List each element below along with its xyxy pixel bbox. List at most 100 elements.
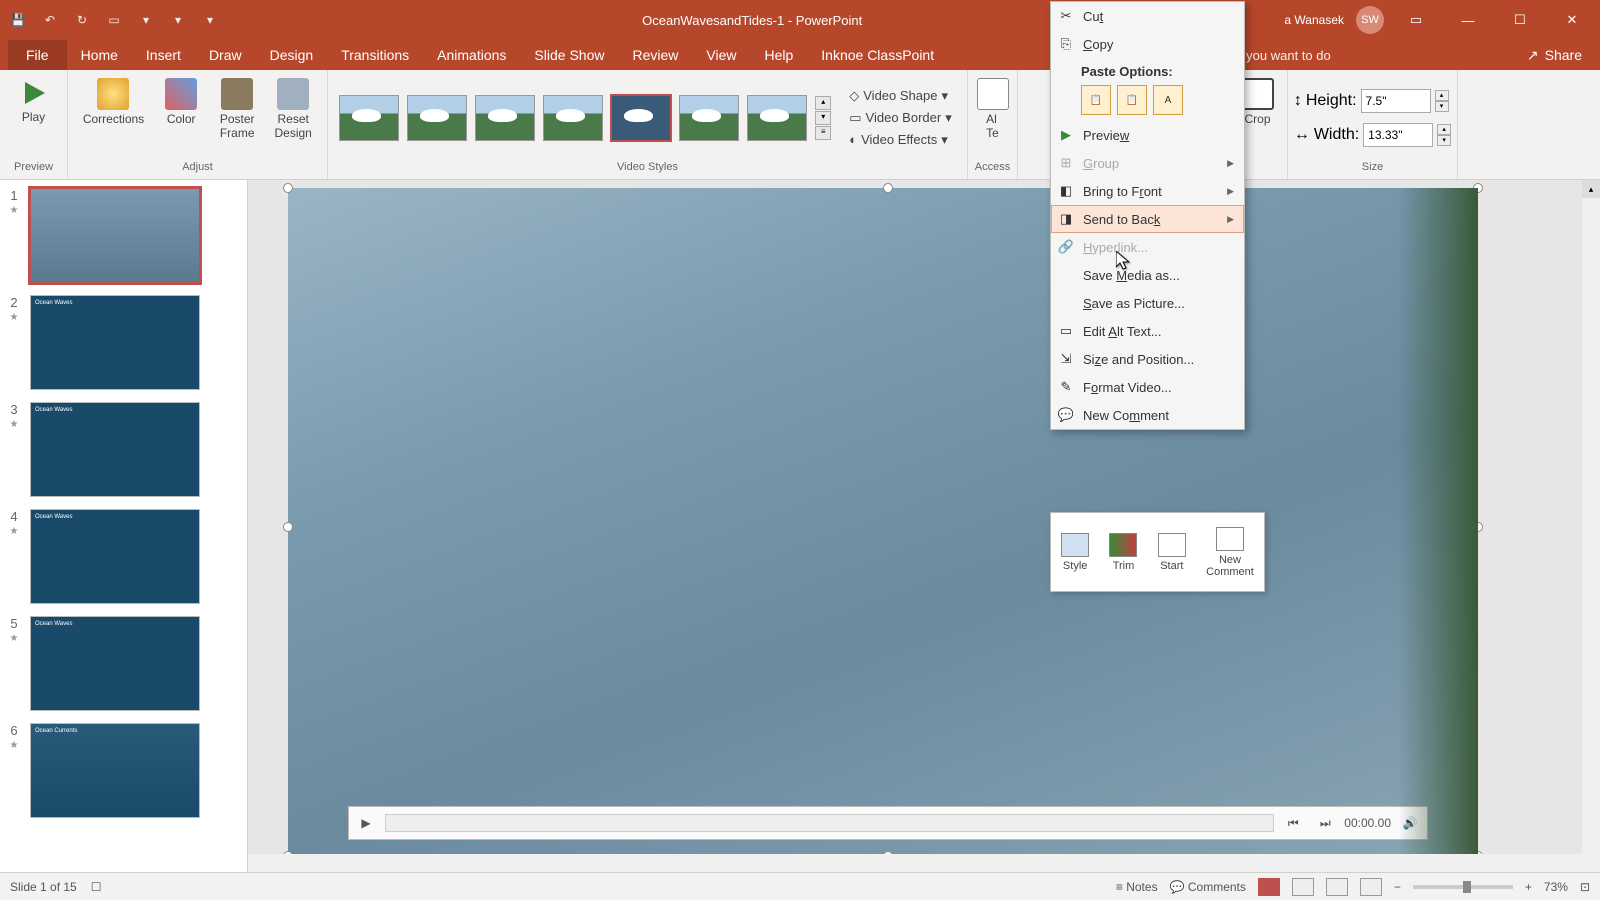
height-row: ↕ Height: ▴▾ [1294,89,1449,113]
slide-thumbnail-5[interactable]: Ocean Waves [30,616,200,711]
tab-home[interactable]: Home [67,40,132,70]
ctx-format-video[interactable]: ✎Format Video... [1051,373,1244,401]
resize-handle[interactable] [1473,183,1483,193]
slide-thumbnail-1[interactable] [30,188,200,283]
step-back-button[interactable]: ⏮ [1280,810,1306,836]
canvas-scrollbar-h[interactable] [248,854,1600,872]
tab-animations[interactable]: Animations [423,40,520,70]
video-styles-gallery[interactable]: ▴▾≡ [339,95,831,141]
paste-option-1[interactable]: 📋 [1081,85,1111,115]
step-forward-button[interactable]: ⏭ [1312,810,1338,836]
fit-to-window-button[interactable]: ⊡ [1580,880,1590,894]
style-thumbnail[interactable] [679,95,739,141]
normal-view-button[interactable] [1258,878,1280,896]
zoom-slider[interactable] [1413,885,1513,889]
slide-thumbnail-2[interactable]: Ocean Waves [30,295,200,390]
tab-slideshow[interactable]: Slide Show [520,40,618,70]
mute-button[interactable]: 🔊 [1397,810,1423,836]
comments-button[interactable]: 💬 Comments [1170,880,1246,894]
play-button[interactable]: Play [9,74,59,128]
ctx-send-to-back[interactable]: ◨Send to Back▶ [1051,205,1244,233]
video-effects-button[interactable]: ◐Video Effects ▾ [845,130,955,150]
gallery-scroll[interactable]: ▴▾≡ [815,96,831,140]
mini-trim-button[interactable]: Trim [1109,533,1137,572]
corrections-button[interactable]: Corrections [77,74,150,130]
tab-draw[interactable]: Draw [195,40,256,70]
ctx-save-picture[interactable]: Save as Picture... [1051,289,1244,317]
zoom-in-button[interactable]: + [1525,880,1532,894]
ctx-new-comment[interactable]: 💬New Comment [1051,401,1244,429]
tab-classpoint[interactable]: Inknoe ClassPoint [807,40,948,70]
tab-view[interactable]: View [692,40,750,70]
ctx-save-media[interactable]: Save Media as... [1051,261,1244,289]
ctx-cut[interactable]: ✂Cut [1051,2,1244,30]
style-thumbnail[interactable] [407,95,467,141]
reset-design-button[interactable]: Reset Design [268,74,318,144]
user-avatar[interactable]: SW [1356,6,1384,34]
height-icon: ↕ [1294,92,1302,110]
slide-thumbnail-4[interactable]: Ocean Waves [30,509,200,604]
video-time: 00:00.00 [1344,816,1391,830]
mini-new-comment-button[interactable]: New Comment [1206,527,1254,578]
alt-text-button[interactable]: Al Te [968,74,1018,144]
color-button[interactable]: Color [156,74,206,130]
resize-handle[interactable] [1473,522,1483,532]
play-pause-button[interactable]: ▶ [353,810,379,836]
style-thumbnail[interactable] [339,95,399,141]
resize-handle[interactable] [283,522,293,532]
quick-access-icon[interactable]: ▾ [168,10,188,30]
notes-button[interactable]: ≡ Notes [1116,880,1158,894]
poster-frame-button[interactable]: Poster Frame [212,74,262,144]
ctx-edit-alt-text[interactable]: ▭Edit Alt Text... [1051,317,1244,345]
resize-handle[interactable] [283,183,293,193]
start-from-beginning-icon[interactable]: ▭ [104,10,124,30]
resize-handle[interactable] [883,183,893,193]
mini-style-button[interactable]: Style [1061,533,1089,572]
style-thumbnail-selected[interactable] [611,95,671,141]
ctx-bring-to-front[interactable]: ◧Bring to Front▶ [1051,177,1244,205]
ctx-size-position[interactable]: ⇲Size and Position... [1051,345,1244,373]
video-border-button[interactable]: ▭Video Border ▾ [845,108,955,128]
style-thumbnail[interactable] [747,95,807,141]
maximize-icon[interactable]: ☐ [1500,0,1540,40]
quick-access-more-icon[interactable]: ▾ [200,10,220,30]
ctx-copy[interactable]: ⎘Copy [1051,30,1244,58]
tab-transitions[interactable]: Transitions [327,40,423,70]
tab-review[interactable]: Review [618,40,692,70]
paste-option-2[interactable]: 📋 [1117,85,1147,115]
canvas-scrollbar-v[interactable]: ▴ [1582,180,1600,872]
slide-sorter-button[interactable] [1292,878,1314,896]
video-seek-track[interactable] [385,814,1274,832]
mini-start-button[interactable]: Start [1158,533,1186,572]
ctx-preview[interactable]: ▶Preview [1051,121,1244,149]
slide-thumbnail-6[interactable]: Ocean Currents [30,723,200,818]
width-spinner[interactable]: ▴▾ [1437,124,1451,146]
height-spinner[interactable]: ▴▾ [1435,90,1449,112]
height-input[interactable] [1361,89,1431,113]
tab-file[interactable]: File [8,40,67,70]
style-thumbnail[interactable] [475,95,535,141]
paste-option-3[interactable]: A [1153,85,1183,115]
zoom-out-button[interactable]: − [1394,880,1401,894]
width-row: ↔ Width: ▴▾ [1294,123,1451,147]
width-input[interactable] [1363,123,1433,147]
slide-thumbnail-3[interactable]: Ocean Waves [30,402,200,497]
quick-access-icon[interactable]: ▾ [136,10,156,30]
tab-design[interactable]: Design [256,40,328,70]
spell-check-icon[interactable]: ☐ [91,880,102,894]
reading-view-button[interactable] [1326,878,1348,896]
save-icon[interactable]: 💾 [8,10,28,30]
video-object[interactable]: ▶ ⏮ ⏭ 00:00.00 🔊 [288,188,1478,856]
slideshow-view-button[interactable] [1360,878,1382,896]
redo-icon[interactable]: ↻ [72,10,92,30]
zoom-level[interactable]: 73% [1544,880,1568,894]
style-thumbnail[interactable] [543,95,603,141]
tab-help[interactable]: Help [750,40,807,70]
tab-insert[interactable]: Insert [132,40,195,70]
ribbon-options-icon[interactable]: ▭ [1396,0,1436,40]
share-button[interactable]: ↗Share [1527,47,1582,64]
undo-icon[interactable]: ↶ [40,10,60,30]
video-shape-button[interactable]: ◇Video Shape ▾ [845,86,955,106]
minimize-icon[interactable]: — [1448,0,1488,40]
close-icon[interactable]: ✕ [1552,0,1592,40]
